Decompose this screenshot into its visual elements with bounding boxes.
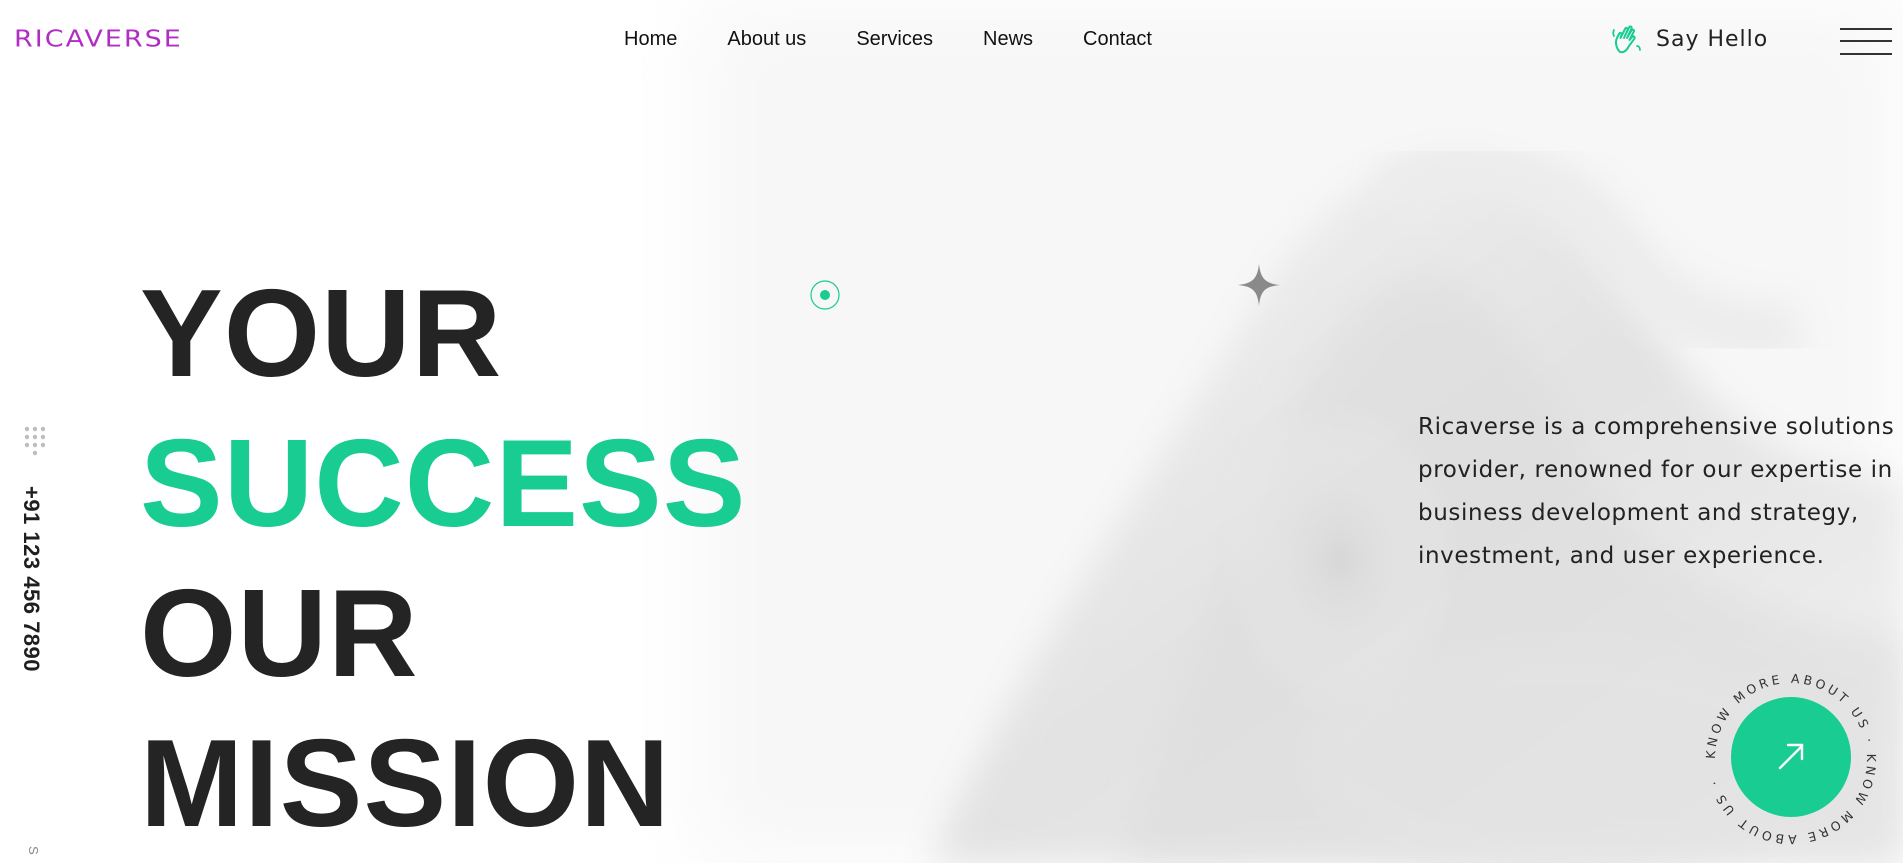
brand-logo[interactable]: RICAVERSE — [14, 26, 183, 52]
say-hello-button[interactable]: Say Hello — [1610, 22, 1768, 56]
phone-number-link[interactable]: +91 123 456 7890 — [18, 486, 44, 672]
nav-home[interactable]: Home — [624, 28, 677, 51]
hero-line-mission: MISSION — [140, 715, 671, 853]
main-nav: Home About us Services News Contact — [624, 28, 1202, 51]
sparkle-star-icon — [1238, 264, 1280, 306]
page: RICAVERSE Home About us Services News Co… — [0, 0, 1903, 863]
dialpad-icon — [24, 426, 46, 456]
waving-hand-icon — [1612, 25, 1641, 54]
hero-line-success: SUCCESS — [140, 415, 747, 553]
target-dot-icon — [810, 280, 840, 310]
nav-contact[interactable]: Contact — [1083, 28, 1152, 51]
company-description: Ricaverse is a comprehensive solutions p… — [1418, 414, 1895, 569]
side-partial-text: S — [26, 846, 41, 855]
hero-line-our: OUR — [140, 565, 419, 703]
nav-news[interactable]: News — [983, 28, 1033, 51]
nav-about-us[interactable]: About us — [727, 28, 806, 51]
hamburger-menu-icon[interactable] — [1840, 28, 1892, 56]
hero-line-your: YOUR — [140, 265, 503, 403]
say-hello-label: Say Hello — [1656, 26, 1769, 52]
know-more-about-us-button[interactable]: KNOW MORE ABOUT US · KNOW MORE ABOUT US … — [1700, 668, 1882, 850]
nav-services[interactable]: Services — [856, 28, 933, 51]
